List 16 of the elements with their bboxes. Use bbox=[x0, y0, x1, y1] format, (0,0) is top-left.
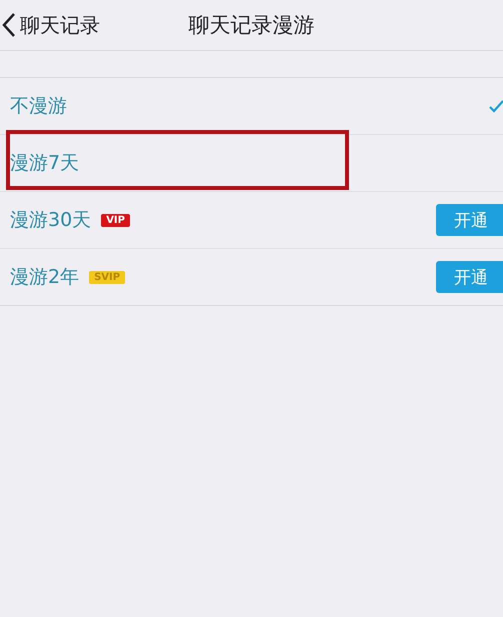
back-button[interactable]: 聊天记录 bbox=[0, 12, 100, 38]
option-label: 漫游30天 bbox=[10, 208, 92, 233]
activate-button[interactable]: 开通 bbox=[436, 261, 503, 293]
option-label: 不漫游 bbox=[10, 94, 67, 119]
roaming-option[interactable]: 漫游30天 VIP 开通 bbox=[0, 192, 503, 249]
roaming-option[interactable]: 漫游7天 bbox=[0, 135, 503, 192]
back-label: 聊天记录 bbox=[20, 12, 100, 38]
page-title: 聊天记录漫游 bbox=[188, 12, 316, 39]
member-badge: VIP bbox=[101, 214, 130, 226]
activate-button[interactable]: 开通 bbox=[436, 204, 503, 236]
option-label: 漫游2年 bbox=[10, 265, 80, 290]
member-badge: SVIP bbox=[89, 270, 126, 284]
roaming-option[interactable]: 不漫游 bbox=[0, 78, 503, 135]
roaming-option[interactable]: 漫游2年 SVIP 开通 bbox=[0, 249, 503, 305]
back-icon bbox=[2, 12, 16, 38]
option-label: 漫游7天 bbox=[10, 151, 80, 176]
